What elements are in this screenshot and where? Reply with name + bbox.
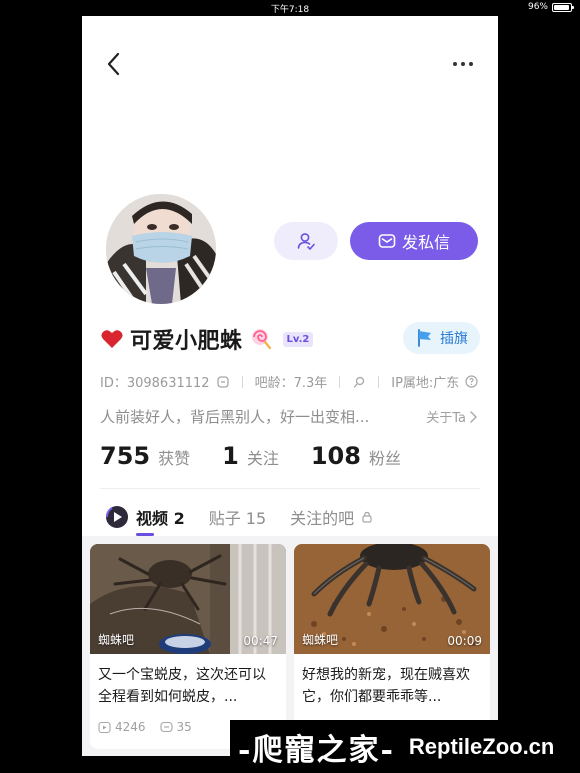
chevron-right-icon <box>470 410 477 423</box>
more-dot-icon <box>469 62 473 66</box>
tab-followed-forums-label: 关注的吧 <box>290 509 355 528</box>
tab-videos[interactable]: 视频 2 <box>104 500 185 536</box>
lollipop-icon <box>251 329 271 350</box>
flag-icon <box>418 329 431 347</box>
bio-text: 人前装好人，背后黑别人，好一出变相... <box>100 408 370 426</box>
chevron-left-icon <box>107 52 120 76</box>
tab-posts[interactable]: 贴子 15 <box>209 500 266 534</box>
site-watermark: -爬寵之家- ReptileZoo.cn <box>230 720 580 773</box>
status-time: 下午7:18 <box>270 5 310 15</box>
video-thumbnail: 蜘蛛吧 00:09 <box>294 544 490 654</box>
forum-label: 蜘蛛吧 <box>302 633 339 647</box>
video-duration: 00:09 <box>447 634 482 648</box>
follow-button[interactable] <box>274 222 338 260</box>
avatar[interactable] <box>106 194 216 304</box>
more-button[interactable] <box>448 54 478 74</box>
forum-label: 蜘蛛吧 <box>98 633 135 647</box>
send-message-label: 发私信 <box>401 233 450 252</box>
message-icon <box>378 234 396 248</box>
username: 可爱小肥蛛 <box>130 329 243 354</box>
about-link[interactable]: 关于Ta <box>426 407 466 426</box>
tab-posts-label: 贴子 15 <box>208 509 267 528</box>
flag-label: 插旗 <box>440 331 468 347</box>
meta-divider <box>241 375 243 388</box>
back-button[interactable] <box>104 50 124 78</box>
battery-indicator: 96% <box>527 2 574 12</box>
stat-likes-value: 755 <box>100 442 151 470</box>
stat-fans[interactable]: 108 粉丝 <box>311 442 401 470</box>
battery-percent: 96% <box>527 2 548 12</box>
watermark-domain: ReptileZoo.cn <box>408 733 555 759</box>
status-bar: 下午7:18 96% <box>0 0 580 16</box>
bio-row[interactable]: 人前装好人，背后黑别人，好一出变相... 关于Ta <box>100 406 480 427</box>
views-metric: 4246 <box>98 720 146 734</box>
video-icon <box>106 506 128 528</box>
profile-meta: ID：3098631112 吧龄：7.3年 IP属地:广东 <box>100 372 478 391</box>
video-duration: 00:47 <box>243 634 278 648</box>
video-card[interactable]: 蜘蛛吧 00:47 又一个宝蜕皮，这次还可以全程看到如何蜕皮，... 4246 <box>90 544 286 749</box>
stat-likes-label: 获赞 <box>158 449 191 468</box>
location-search-icon <box>354 376 365 388</box>
user-id: ID：3098631112 <box>100 376 210 391</box>
help-icon[interactable] <box>465 375 478 388</box>
video-title: 好想我的新宠，现在贼喜欢它，你们都要乖乖等... <box>302 667 470 705</box>
play-count-icon <box>98 721 111 733</box>
more-dot-icon <box>461 62 465 66</box>
watermark-brand: -爬寵之家- <box>238 732 395 768</box>
copy-icon[interactable] <box>216 375 230 389</box>
video-thumbnail: 蜘蛛吧 00:47 <box>90 544 286 654</box>
views-count: 4246 <box>115 720 146 734</box>
stat-likes: 755 获赞 <box>100 442 190 470</box>
comment-icon <box>159 721 173 732</box>
more-dot-icon <box>453 62 457 66</box>
profile-name-row: 可爱小肥蛛 Lv.2 <box>100 322 314 356</box>
level-badge: Lv.2 <box>282 331 314 347</box>
stat-following[interactable]: 1 关注 <box>222 442 279 470</box>
profile-screen: 发私信 可爱小肥蛛 Lv.2 插旗 ID：3098631112 吧龄：7.3年 <box>82 16 498 756</box>
stat-following-value: 1 <box>222 442 239 470</box>
user-add-icon <box>297 233 315 250</box>
heart-icon <box>101 330 123 348</box>
flag-button[interactable]: 插旗 <box>403 322 480 354</box>
meta-divider <box>339 375 341 388</box>
battery-icon <box>552 2 574 12</box>
stat-following-label: 关注 <box>246 449 279 468</box>
stat-fans-value: 108 <box>310 442 361 470</box>
stats-row: 755 获赞 1 关注 108 粉丝 <box>100 442 433 470</box>
video-card[interactable]: 蜘蛛吧 00:09 好想我的新宠，现在贼喜欢它，你们都要乖乖等... <box>294 544 490 749</box>
stat-fans-label: 粉丝 <box>368 449 401 468</box>
tab-followed-forums[interactable]: 关注的吧 <box>290 500 374 534</box>
divider <box>100 488 480 489</box>
send-message-button[interactable]: 发私信 <box>350 222 478 260</box>
comments-count: 35 <box>176 720 192 734</box>
comments-metric: 35 <box>159 720 192 734</box>
content-tabs: 视频 2 贴子 15 关注的吧 <box>104 500 374 536</box>
tab-videos-label: 视频 2 <box>136 509 185 528</box>
avatar-image <box>106 194 216 304</box>
ip-location: IP属地:广东 <box>391 376 460 391</box>
forum-age: 吧龄：7.3年 <box>254 376 328 391</box>
video-title: 又一个宝蜕皮，这次还可以全程看到如何蜕皮，... <box>98 667 266 705</box>
meta-divider <box>378 375 380 388</box>
lock-icon <box>362 511 372 523</box>
